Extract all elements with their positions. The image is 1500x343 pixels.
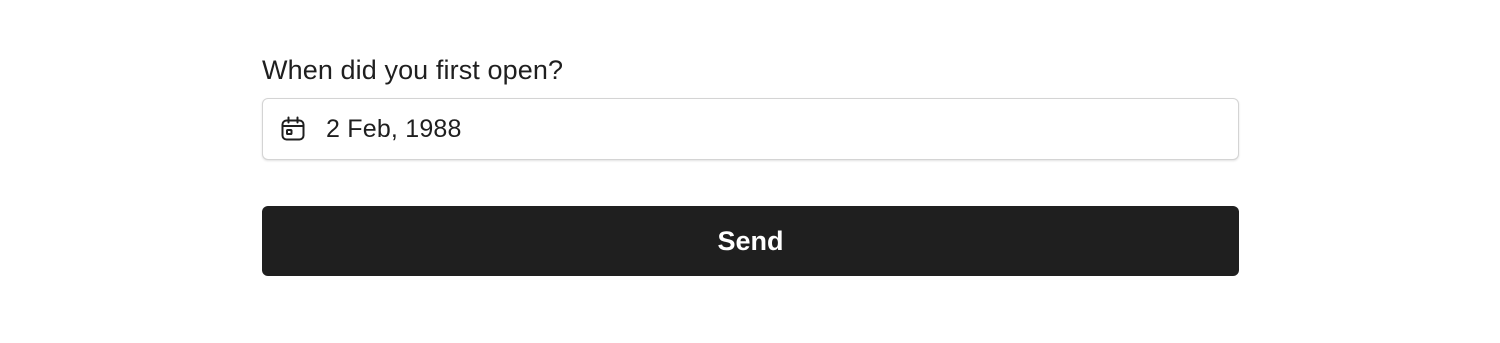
calendar-icon[interactable]	[279, 115, 307, 143]
date-value: 2 Feb, 1988	[326, 115, 462, 143]
question-label: When did you first open?	[262, 55, 564, 85]
send-button[interactable]: Send	[262, 206, 1239, 276]
date-input-field[interactable]: 2 Feb, 1988	[262, 98, 1239, 160]
date-question-form: When did you first open? 2 Feb, 1988 Sen…	[262, 52, 1239, 276]
